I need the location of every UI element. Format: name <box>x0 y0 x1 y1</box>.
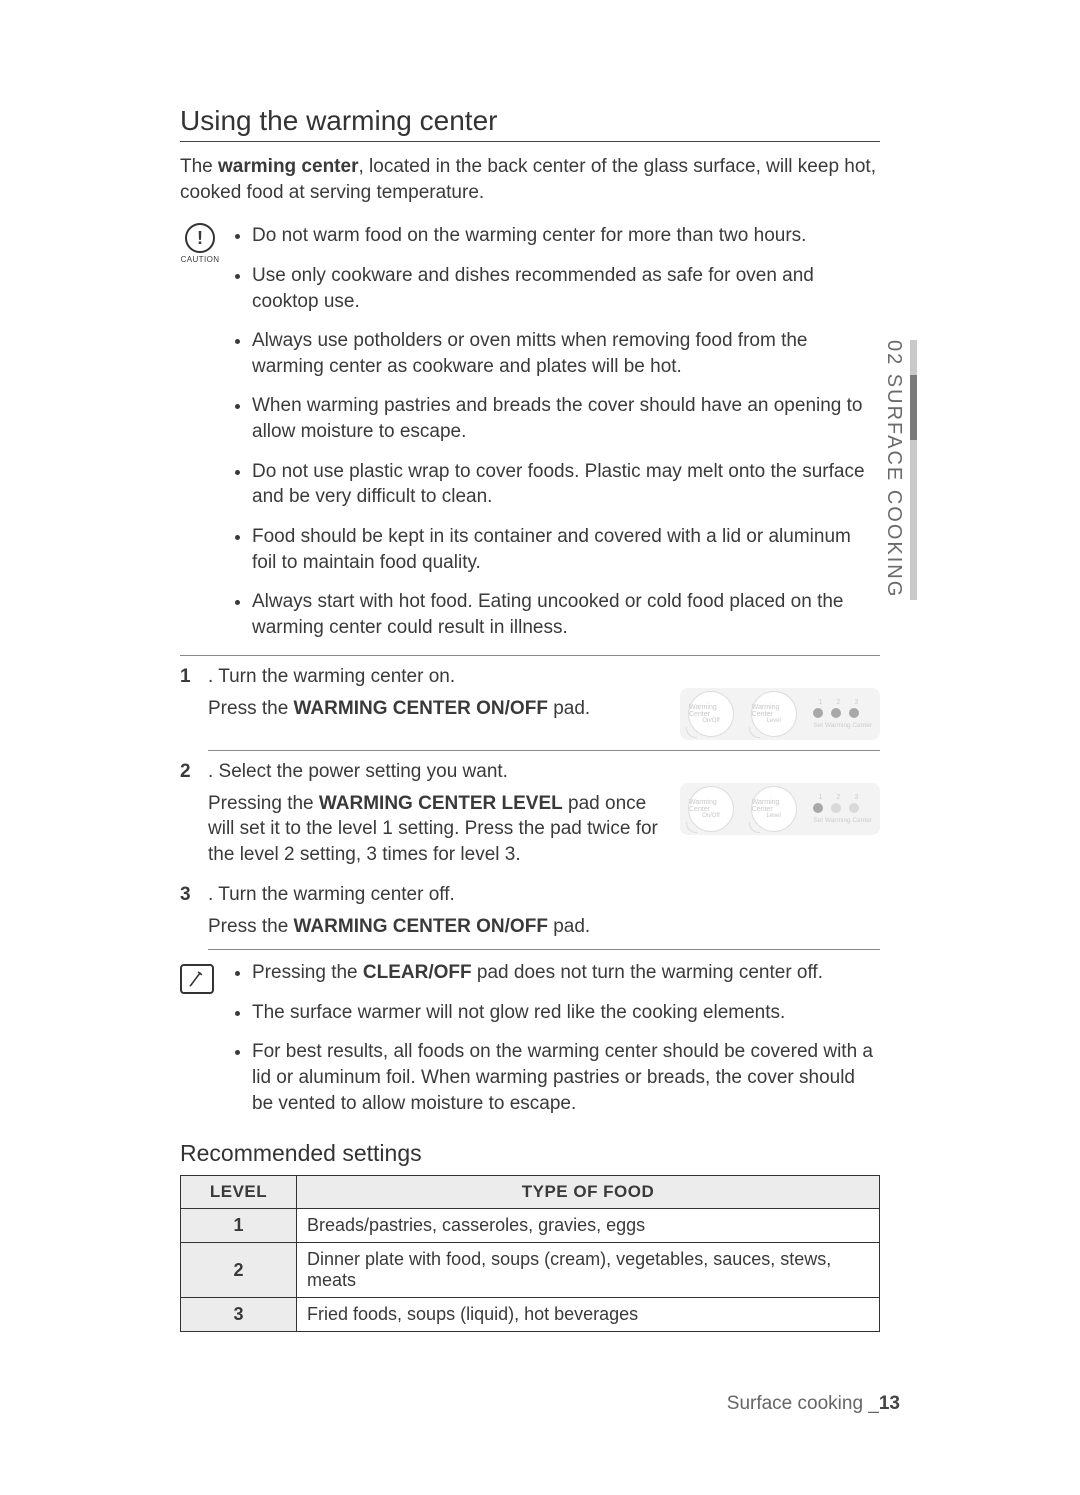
step-number: 1 <box>180 666 191 688</box>
step-action: Pressing the WARMING CENTER LEVEL pad on… <box>208 791 664 868</box>
action-pre: Press the <box>208 698 294 719</box>
intro-paragraph: The warming center, located in the back … <box>180 154 880 205</box>
caution-list: Do not warm food on the warming center f… <box>230 223 880 640</box>
action-pre: Press the <box>208 916 294 937</box>
action-post: pad. <box>548 698 590 719</box>
notes-callout: Pressing the CLEAR/OFF pad does not turn… <box>180 960 880 1116</box>
step-number: 2 <box>180 761 191 783</box>
panel-button-onoff: Warming Center On/Off <box>688 691 734 737</box>
table-cell-food: Breads/pastries, casseroles, gravies, eg… <box>297 1209 880 1243</box>
action-post: pad. <box>548 916 590 937</box>
footer-text: Surface cooking _ <box>727 1393 879 1414</box>
step-2: 2 . Select the power setting you want. P… <box>180 761 880 876</box>
panel-leds: 123 Set Warming Center <box>813 794 872 824</box>
action-bold: WARMING CENTER LEVEL <box>319 793 563 814</box>
caution-item: Always use potholders or oven mitts when… <box>252 328 880 379</box>
table-header-row: LEVEL TYPE OF FOOD <box>181 1176 880 1209</box>
action-bold: WARMING CENTER ON/OFF <box>294 916 548 937</box>
note-pre: Pressing the <box>252 962 363 983</box>
page-title: Using the warming center <box>180 105 880 137</box>
led-dot-icon <box>831 803 841 813</box>
control-panel-illustration: Warming Center On/Off Warming Center Lev… <box>680 688 880 740</box>
table-row: 3 Fried foods, soups (liquid), hot bever… <box>181 1298 880 1332</box>
side-tab-highlight <box>910 375 917 440</box>
step-1: 1 . Turn the warming center on. Press th… <box>180 666 880 751</box>
recommended-heading: Recommended settings <box>180 1140 880 1167</box>
panel-button-text: Warming Center <box>689 704 733 718</box>
panel-led-numbers: 123 <box>813 794 861 801</box>
step-action: Press the WARMING CENTER ON/OFF pad. <box>208 914 880 940</box>
panel-led-numbers: 123 <box>813 699 861 706</box>
step-action: Press the WARMING CENTER ON/OFF pad. <box>208 696 664 722</box>
panel-button-text: Warming Center <box>752 799 796 813</box>
footer-page-number: 13 <box>879 1393 900 1414</box>
table-cell-level: 1 <box>181 1209 297 1243</box>
table-header-level: LEVEL <box>181 1176 297 1209</box>
control-panel-illustration: Warming Center On/Off Warming Center Lev… <box>680 783 880 835</box>
led-dot-icon <box>849 803 859 813</box>
panel-button-sub: On/Off <box>702 813 720 819</box>
divider <box>208 750 880 751</box>
step-title: . Turn the warming center on. <box>208 666 455 687</box>
led-dot-icon <box>849 708 859 718</box>
section-tab-label: 02 SURFACE COOKING <box>882 340 905 598</box>
led-dot-icon <box>813 803 823 813</box>
page-container: 02 SURFACE COOKING Using the warming cen… <box>0 0 1080 1495</box>
panel-sublabel: Set Warming Center <box>813 817 872 824</box>
led-dot-icon <box>831 708 841 718</box>
step-3: 3 . Turn the warming center off. Press t… <box>180 884 880 951</box>
divider <box>180 655 880 656</box>
panel-button-text: Warming Center <box>752 704 796 718</box>
caution-icon: ! CAUTION <box>180 223 220 264</box>
caution-item: When warming pastries and breads the cov… <box>252 393 880 444</box>
table-row: 2 Dinner plate with food, soups (cream),… <box>181 1243 880 1298</box>
led-dot-icon <box>813 708 823 718</box>
page-footer: Surface cooking _13 <box>727 1393 900 1415</box>
note-post: pad does not turn the warming center off… <box>472 962 823 983</box>
title-rule <box>180 141 880 142</box>
note-item: For best results, all foods on the warmi… <box>252 1039 880 1116</box>
note-icon <box>180 964 214 994</box>
panel-button-sub: Level <box>767 718 781 724</box>
action-bold: WARMING CENTER ON/OFF <box>294 698 548 719</box>
caution-label: CAUTION <box>180 255 220 264</box>
intro-pre: The <box>180 156 218 177</box>
note-bold: CLEAR/OFF <box>363 962 472 983</box>
intro-bold: warming center <box>218 156 358 177</box>
caution-callout: ! CAUTION Do not warm food on the warmin… <box>180 223 880 640</box>
panel-leds: 123 Set Warming Center <box>813 699 872 729</box>
notes-list: Pressing the CLEAR/OFF pad does not turn… <box>230 960 880 1116</box>
table-cell-level: 3 <box>181 1298 297 1332</box>
steps-list: 1 . Turn the warming center on. Press th… <box>180 666 880 951</box>
note-item: Pressing the CLEAR/OFF pad does not turn… <box>252 960 880 986</box>
step-title: . Turn the warming center off. <box>208 884 455 905</box>
panel-sublabel: Set Warming Center <box>813 722 872 729</box>
caution-item: Always start with hot food. Eating uncoo… <box>252 589 880 640</box>
table-cell-level: 2 <box>181 1243 297 1298</box>
panel-button-sub: Level <box>767 813 781 819</box>
step-number: 3 <box>180 884 191 906</box>
panel-button-text: Warming Center <box>689 799 733 813</box>
step-title: . Select the power setting you want. <box>208 761 508 782</box>
table-row: 1 Breads/pastries, casseroles, gravies, … <box>181 1209 880 1243</box>
table-cell-food: Fried foods, soups (liquid), hot beverag… <box>297 1298 880 1332</box>
caution-glyph: ! <box>185 223 215 253</box>
caution-item: Do not warm food on the warming center f… <box>252 223 880 249</box>
table-header-food: TYPE OF FOOD <box>297 1176 880 1209</box>
panel-button-sub: On/Off <box>702 718 720 724</box>
panel-button-level: Warming Center Level <box>751 786 797 832</box>
panel-button-onoff: Warming Center On/Off <box>688 786 734 832</box>
caution-item: Do not use plastic wrap to cover foods. … <box>252 459 880 510</box>
settings-table: LEVEL TYPE OF FOOD 1 Breads/pastries, ca… <box>180 1175 880 1332</box>
caution-item: Use only cookware and dishes recommended… <box>252 263 880 314</box>
action-pre: Pressing the <box>208 793 319 814</box>
caution-item: Food should be kept in its container and… <box>252 524 880 575</box>
divider <box>208 949 880 950</box>
note-item: The surface warmer will not glow red lik… <box>252 1000 880 1026</box>
table-cell-food: Dinner plate with food, soups (cream), v… <box>297 1243 880 1298</box>
panel-button-level: Warming Center Level <box>751 691 797 737</box>
